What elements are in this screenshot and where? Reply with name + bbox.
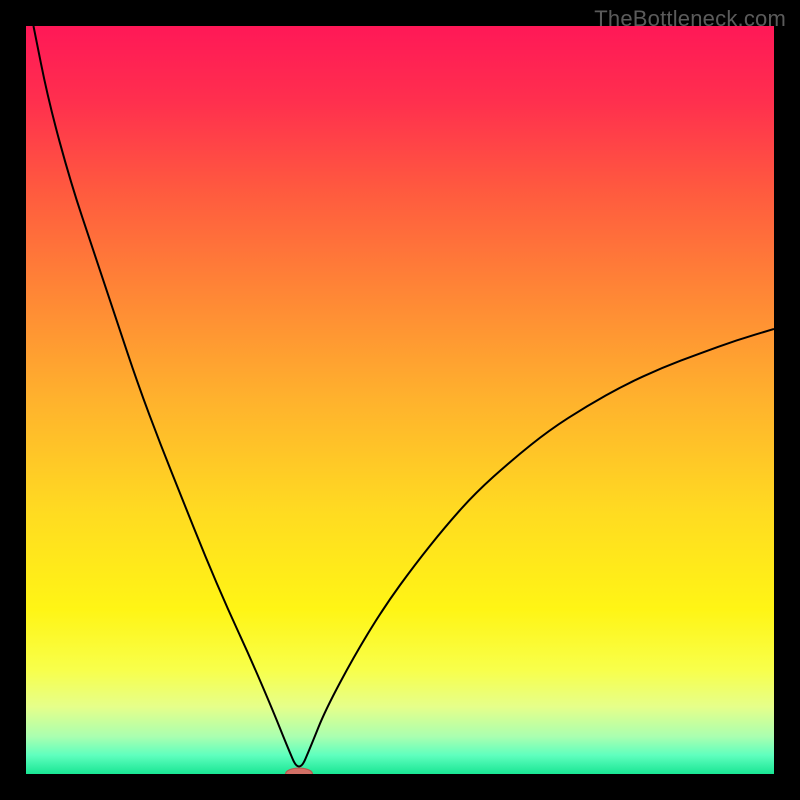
chart-stage: TheBottleneck.com [0,0,800,800]
gradient-background [26,26,774,774]
bottleneck-chart-svg [26,26,774,774]
plot-area [26,26,774,774]
watermark-text: TheBottleneck.com [594,6,786,32]
